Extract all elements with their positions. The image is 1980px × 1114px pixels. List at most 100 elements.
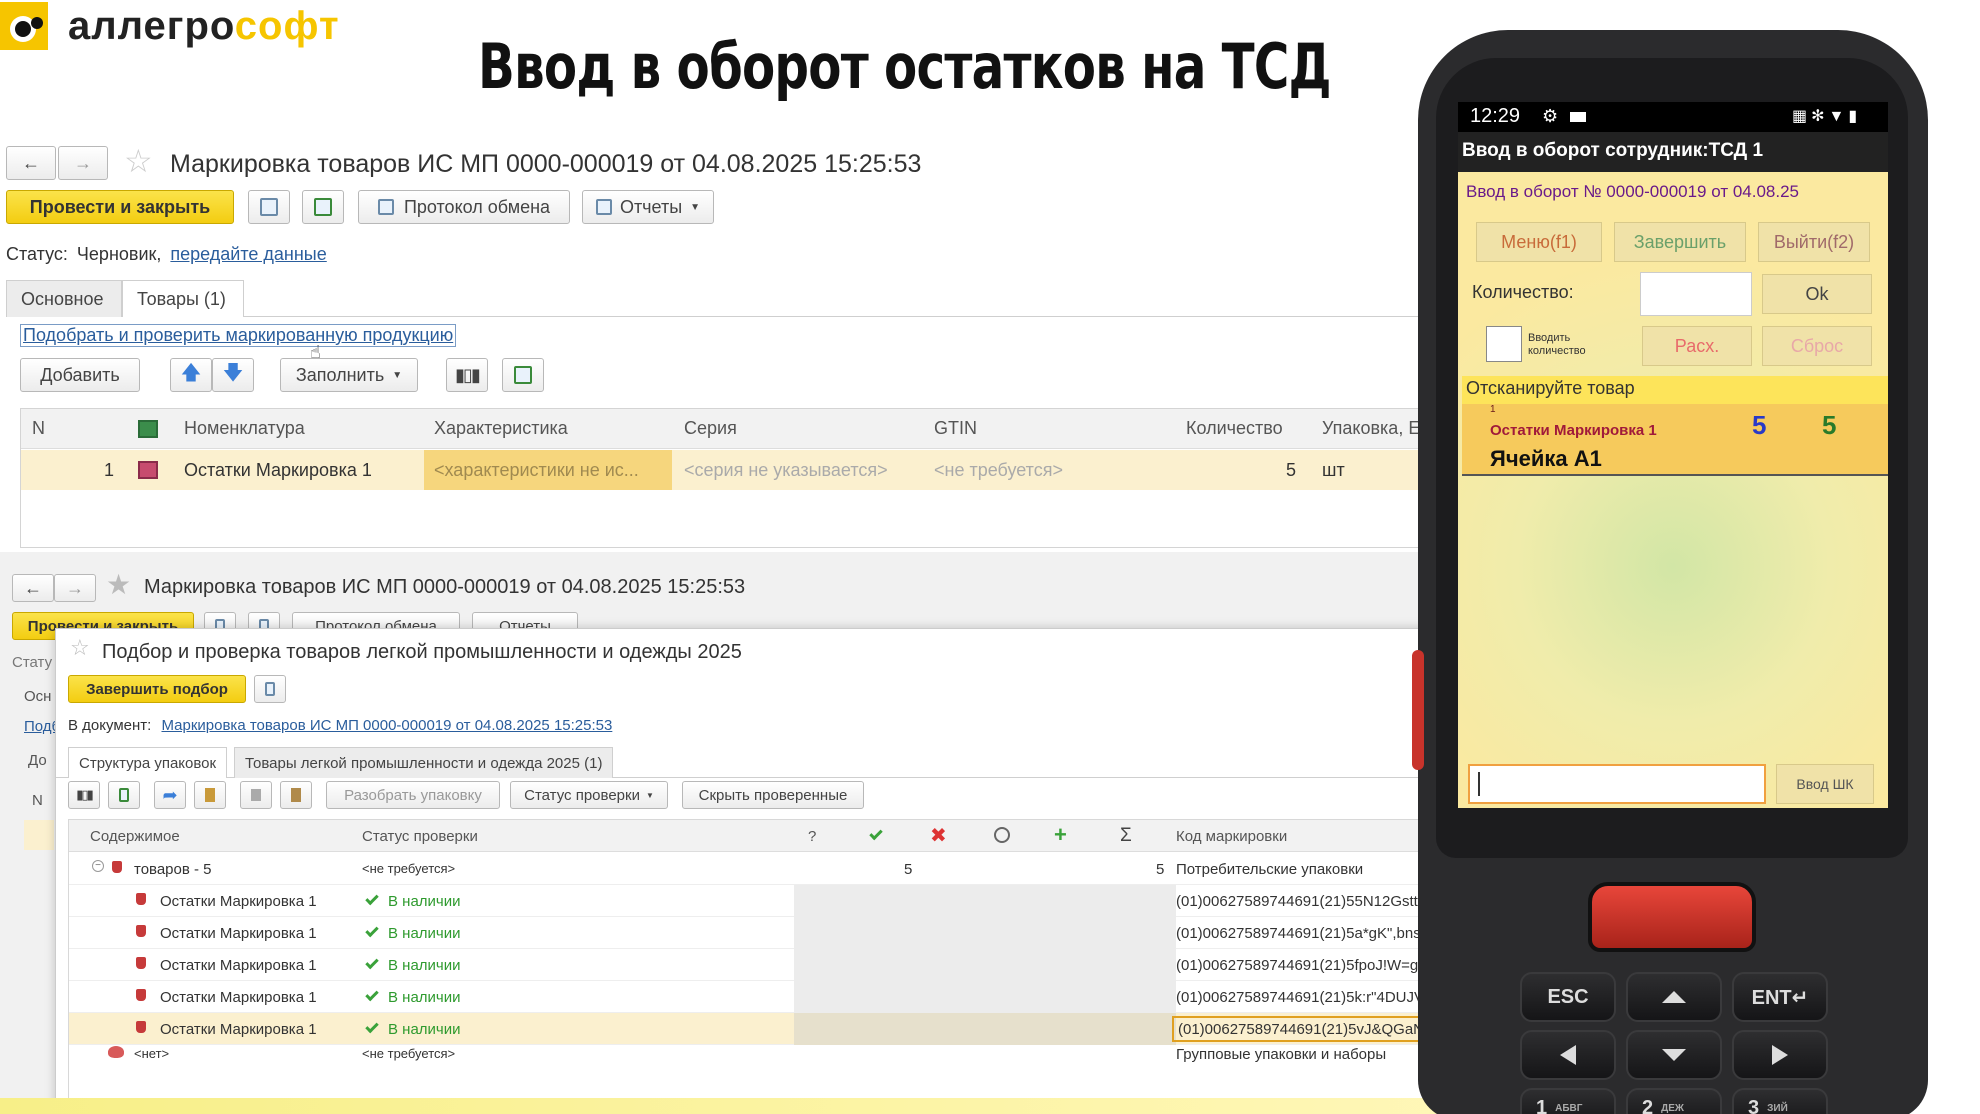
status-time: 12:29	[1470, 105, 1521, 127]
save-button[interactable]	[248, 190, 290, 224]
unpack-button[interactable]: Разобрать упаковку	[326, 781, 500, 809]
barcode-scan-button[interactable]: ▮▯▮	[446, 358, 488, 392]
fill-button[interactable]: Заполнить ▼	[280, 358, 418, 392]
add-button[interactable]: Добавить	[20, 358, 140, 392]
pick-and-check-link[interactable]: Подобрать и проверить маркированную прод…	[20, 324, 457, 347]
right-key[interactable]	[1732, 1030, 1828, 1080]
signal-icons: ▦✻▼▮	[1792, 108, 1862, 125]
send-data-link[interactable]: передайте данные	[170, 244, 326, 264]
up-key[interactable]	[1626, 972, 1722, 1022]
settings-icon: ⚙	[1542, 106, 1559, 126]
col-error-icon[interactable]: ✖	[930, 823, 947, 848]
finish-picking-button[interactable]: Завершить подбор	[68, 675, 246, 703]
post-icon	[314, 198, 332, 216]
document-link[interactable]: Маркировка товаров ИС МП 0000-000019 от …	[161, 717, 612, 734]
move-down-button[interactable]: 🡇	[212, 358, 254, 392]
row-item: Остатки Маркировка 1	[184, 460, 372, 480]
save-button[interactable]	[254, 675, 286, 703]
add-peek: До	[28, 752, 47, 769]
post-button[interactable]	[302, 190, 344, 224]
status-label: Статус:	[6, 244, 68, 264]
col-sum[interactable]: Σ	[1120, 825, 1132, 847]
ok-button[interactable]: Ok	[1762, 274, 1872, 314]
barcode-button[interactable]: ▮▯▮	[68, 781, 100, 809]
finish-button[interactable]: Завершить	[1614, 222, 1746, 262]
package-button[interactable]	[194, 781, 226, 809]
cell-name: Ячейка А1	[1490, 446, 1602, 471]
tab-main[interactable]: Основное	[6, 280, 122, 317]
col-add-icon[interactable]: +	[1054, 822, 1067, 848]
row-peek	[24, 820, 54, 850]
esc-key[interactable]: ESC	[1520, 972, 1616, 1022]
menu-button[interactable]: Меню(f1)	[1476, 222, 1602, 262]
left-key[interactable]	[1520, 1030, 1616, 1080]
tree-row-item: Остатки Маркировка 1	[160, 957, 317, 974]
arrow-right-icon: →	[66, 577, 84, 598]
logo-text-a: аллегро	[68, 3, 235, 48]
exit-button[interactable]: Выйти(f2)	[1758, 222, 1870, 262]
print-button[interactable]	[240, 781, 272, 809]
refresh-icon: ➦	[162, 784, 178, 805]
hide-checked-button[interactable]: Скрыть проверенные	[682, 781, 864, 809]
post-and-close-button[interactable]: Провести и закрыть	[6, 190, 234, 224]
refresh-button[interactable]: ➦	[154, 781, 186, 809]
barcode-input[interactable]	[1468, 764, 1766, 804]
forward-button[interactable]: →	[54, 574, 96, 602]
tsd-screen: 12:29 ⚙ ▦✻▼▮ Ввод в оборот сотрудник:ТСД…	[1458, 102, 1888, 808]
screen-background	[1458, 172, 1888, 808]
group-status: <не требуется>	[362, 861, 456, 876]
quantity-label: Количество:	[1472, 282, 1574, 302]
col-characteristic[interactable]: Характеристика	[434, 418, 568, 439]
print-icon	[251, 789, 261, 801]
col-gtin[interactable]: GTIN	[934, 418, 977, 439]
col-series[interactable]: Серия	[684, 418, 737, 439]
exchange-log-label: Протокол обмена	[403, 196, 551, 217]
dropdown-caret-icon: ▼	[392, 369, 403, 381]
reports-button[interactable]: Отчеты ▼	[582, 190, 714, 224]
row-quantity: 5	[1286, 460, 1297, 480]
scan-trigger-button[interactable]	[1588, 882, 1756, 952]
col-nomenclature[interactable]: Номенклатура	[184, 418, 305, 439]
star-icon[interactable]: ☆	[70, 635, 90, 661]
down-key[interactable]	[1626, 1030, 1722, 1080]
forward-button[interactable]: →	[58, 146, 108, 180]
col-content[interactable]: Содержимое	[90, 828, 180, 845]
tab-package-structure[interactable]: Структура упаковок	[68, 747, 228, 778]
reset-button[interactable]: Сброс	[1762, 326, 1872, 366]
col-quantity[interactable]: Количество	[1186, 418, 1283, 439]
enter-barcode-button[interactable]: Ввод ШК	[1776, 764, 1874, 804]
enter-quantity-checkbox[interactable]	[1486, 326, 1522, 362]
col-marking-code[interactable]: Код маркировки	[1176, 828, 1287, 845]
group-label: товаров - 5	[134, 861, 212, 878]
col-n-peek: N	[32, 792, 43, 809]
group-ok-count: 5	[904, 861, 913, 878]
check-status-button[interactable]: Статус проверки ▼	[510, 781, 668, 809]
check-marks-button[interactable]	[502, 358, 544, 392]
check-button[interactable]	[108, 781, 140, 809]
star-icon[interactable]: ☆	[124, 142, 153, 180]
check-status-label: Статус проверки	[524, 786, 640, 804]
star-icon[interactable]: ★	[106, 568, 131, 601]
quantity-input[interactable]	[1640, 272, 1752, 316]
tab-goods[interactable]: Товары (1)	[122, 280, 244, 317]
move-up-button[interactable]: 🡅	[170, 358, 212, 392]
key-3[interactable]: 3 ЗИЙ	[1732, 1088, 1828, 1114]
collapse-icon[interactable]: −	[92, 860, 104, 872]
col-unknown[interactable]: ?	[808, 828, 816, 845]
col-pending-icon[interactable]	[994, 827, 1010, 843]
key-2[interactable]: 2 ДЕЖ	[1626, 1088, 1722, 1114]
col-n[interactable]: N	[32, 418, 45, 439]
tab-light-industry-goods[interactable]: Товары легкой промышленности и одежда 20…	[234, 747, 614, 778]
calc-button[interactable]: Расх.	[1642, 326, 1752, 366]
box-open-button[interactable]	[280, 781, 312, 809]
side-scan-button[interactable]	[1412, 650, 1424, 770]
back-button[interactable]: ←	[12, 574, 54, 602]
col-check-status[interactable]: Статус проверки	[362, 828, 478, 845]
exchange-log-button[interactable]: Протокол обмена	[358, 190, 570, 224]
back-button[interactable]: ←	[6, 146, 56, 180]
tree-row-item: Остатки Маркировка 1	[160, 925, 317, 942]
col-package[interactable]: Упаковка, Е	[1322, 418, 1420, 439]
scan-prompt: Отсканируйте товар	[1466, 378, 1635, 398]
enter-key[interactable]: ENT↵	[1732, 972, 1828, 1022]
key-1[interactable]: 1 АБВГ	[1520, 1088, 1616, 1114]
